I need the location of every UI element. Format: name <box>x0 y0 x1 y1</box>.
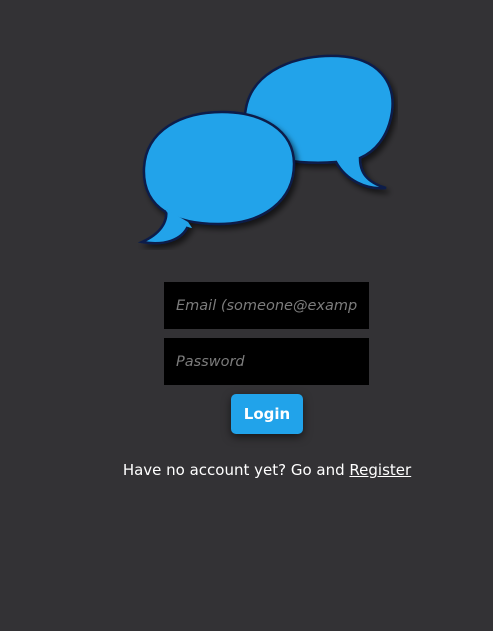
chat-bubbles-logo <box>137 50 398 250</box>
chat-bubbles-icon <box>137 54 394 245</box>
login-button[interactable]: Login <box>231 394 303 434</box>
password-field[interactable] <box>164 338 369 385</box>
register-prompt-text: Have no account yet? Go and <box>122 461 350 479</box>
register-link[interactable]: Register <box>349 461 411 479</box>
register-prompt: Have no account yet? Go and Register <box>0 461 493 479</box>
email-field[interactable] <box>164 282 369 329</box>
